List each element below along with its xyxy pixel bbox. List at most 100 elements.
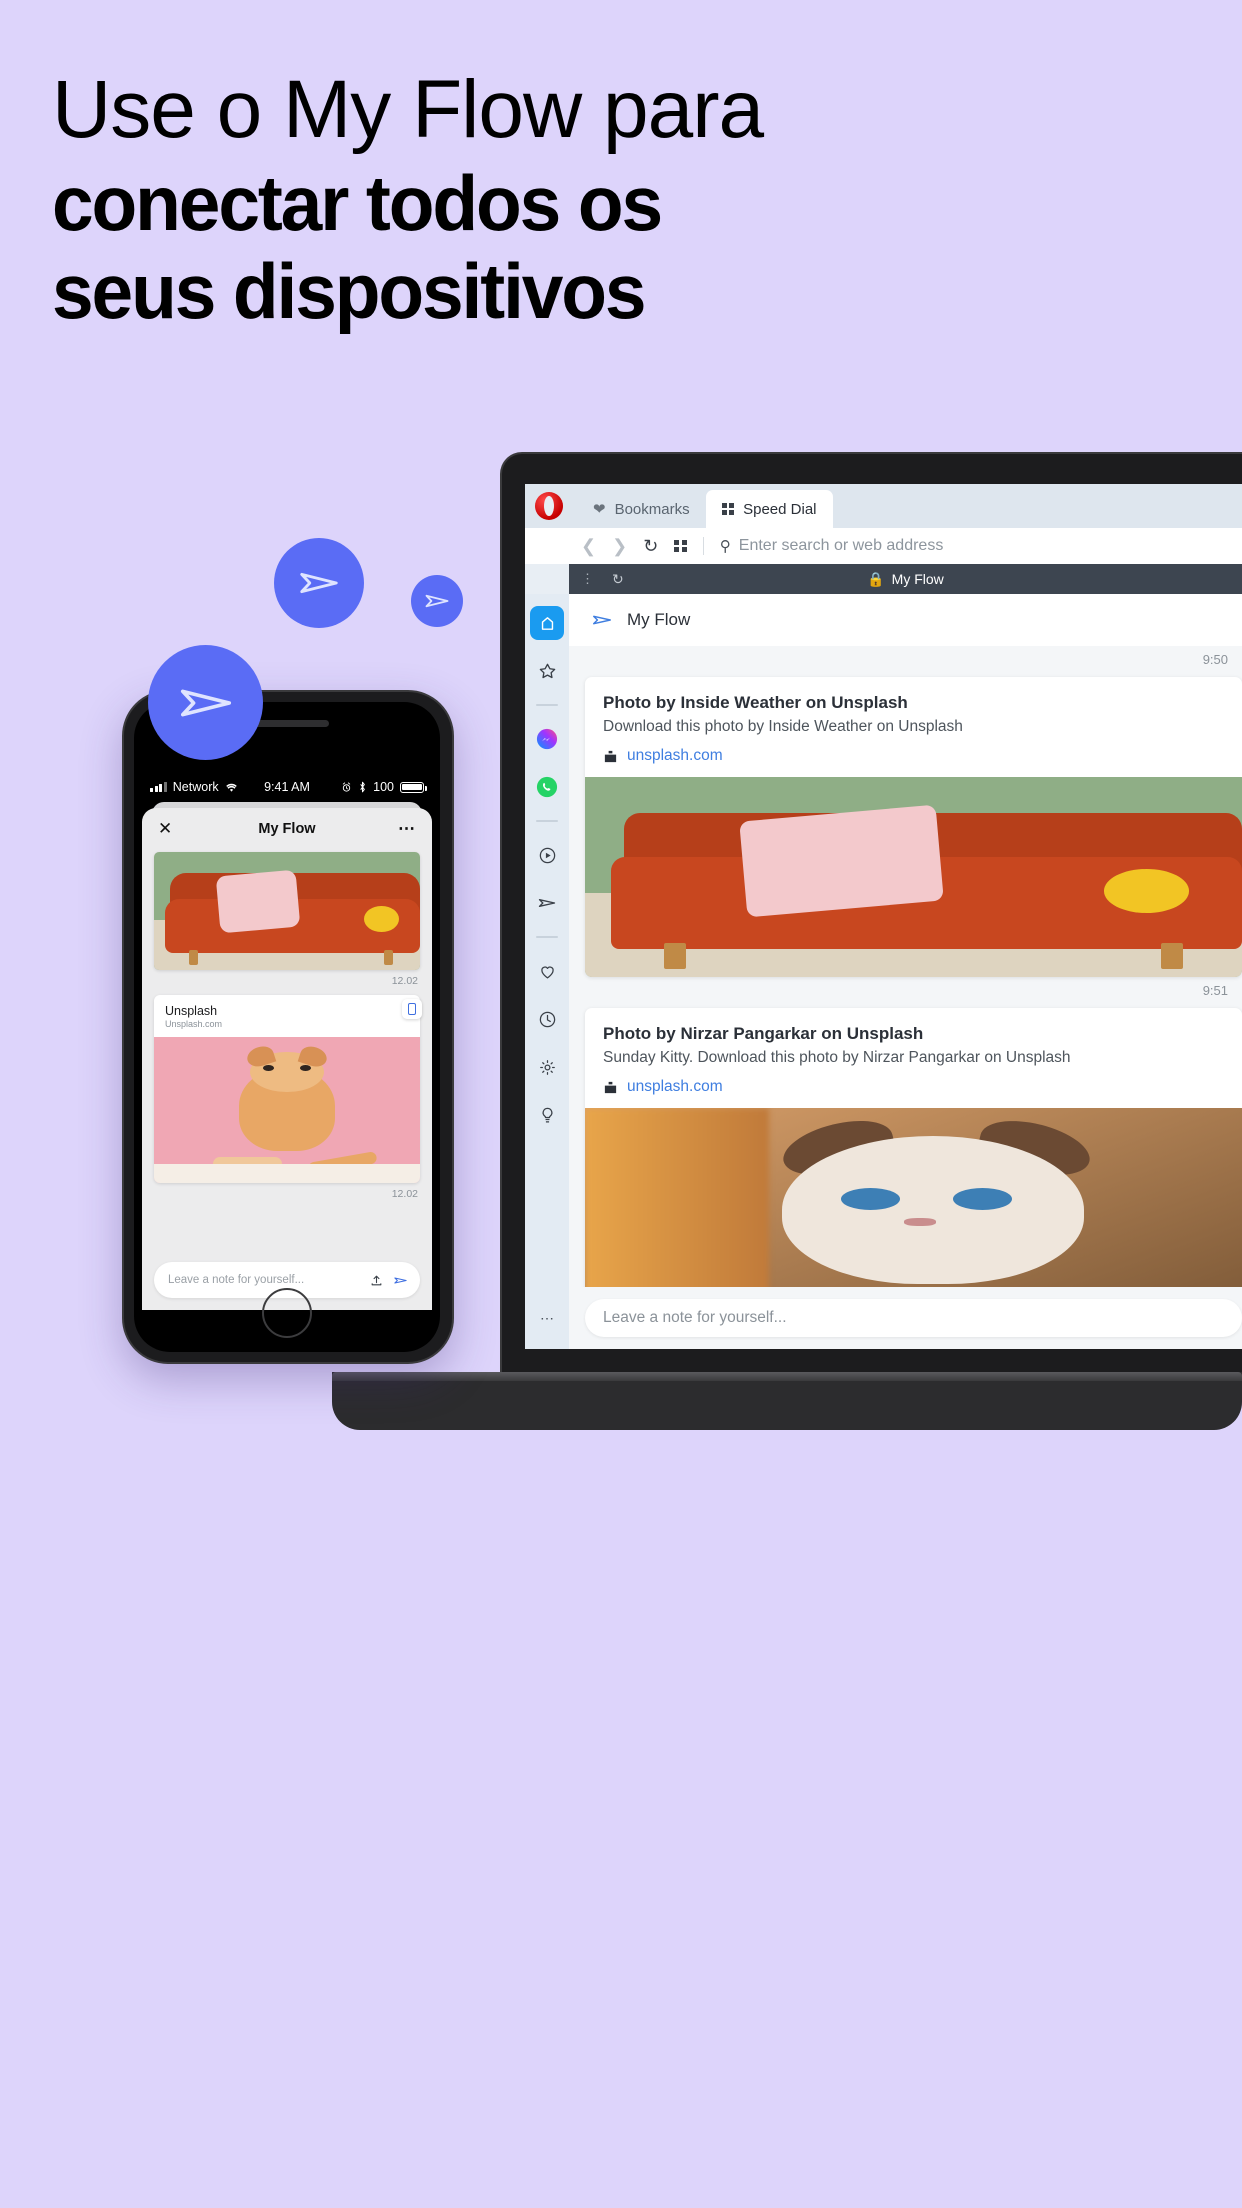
sidebar-item-messenger[interactable] [530,722,564,756]
flow-bubble-large [148,645,263,760]
whatsapp-icon [536,776,558,798]
sidebar-more-icon[interactable]: ⋯ [540,1310,554,1327]
flow-message-card[interactable]: Photo by Inside Weather on Unsplash Down… [585,677,1242,978]
card-link-label: unsplash.com [627,747,723,765]
bluetooth-icon [360,781,365,793]
flow-compose-bar: Leave a note for yourself... [569,1287,1242,1349]
bulb-icon [542,1107,552,1122]
sidebar-item-my-flow[interactable] [530,886,564,920]
search-icon: ⚲ [719,538,731,555]
send-arrow-icon [425,594,449,608]
alarm-icon [342,781,351,792]
my-flow-page: My Flow 9:50 Photo by Inside Weather on … [569,594,1242,1349]
send-arrow-icon [180,689,231,716]
sidebar-item-home[interactable] [530,606,564,640]
phone-message-list[interactable]: 12.02 Unsplash Unsplash.com 12.02 [142,850,432,1250]
tab-speed-dial[interactable]: Speed Dial [705,490,833,528]
horizontal-dots-icon[interactable]: ⋯ [398,819,416,839]
send-arrow-icon [593,615,611,625]
phone-card-title: Unsplash [165,1004,218,1018]
home-icon [541,616,553,630]
battery-icon [400,781,427,793]
sidebar-item-favourites[interactable] [530,654,564,688]
my-flow-message-list[interactable]: 9:50 Photo by Inside Weather on Unsplash… [569,646,1242,1349]
phone-status-bar: Network 9:41 AM 100 [134,774,440,800]
card-description: Sunday Kitty. Download this photo by Nir… [603,1049,1071,1067]
sidebar-item-player[interactable] [530,838,564,872]
card-image-kitten [585,1108,1242,1309]
phone-message-image-sofa[interactable] [154,852,420,970]
my-flow-header-title: My Flow [627,610,691,629]
upload-icon [371,1275,382,1285]
battery-percent: 100 [373,780,394,794]
unsplash-icon [604,1081,617,1093]
page-title-label: My Flow [891,571,944,587]
card-link[interactable]: unsplash.com [585,737,1242,777]
page-headline: Use o My Flow para conectar todos os seu… [52,64,872,336]
play-circle-icon [539,847,555,863]
grid-icon [721,502,735,516]
phone-message-timestamp: 12.02 [391,1188,418,1200]
chevron-right-icon[interactable]: ❯ [612,537,627,555]
sidebar-divider [536,820,558,822]
send-arrow-icon [394,1276,407,1284]
phone-sheet-header: ✕ My Flow ⋯ [142,808,432,850]
unsplash-icon [604,750,617,762]
card-image-sofa [585,777,1242,978]
my-flow-header: My Flow [569,594,1242,646]
sidebar-item-whatsapp[interactable] [530,770,564,804]
browser-address-bar: ❮ ❯ ↻ ⚲ Enter search or web address [525,528,1242,564]
sidebar-item-tips[interactable] [530,1098,564,1132]
phone-home-button[interactable] [262,1288,312,1338]
phone-card-image-cat [154,1037,420,1183]
phone-mockup: Network 9:41 AM 100 ✕ My Flow ⋯ 12.02 Un… [122,690,454,1364]
sidebar-item-hearts[interactable] [530,954,564,988]
device-icon [408,1003,416,1015]
card-title: Photo by Inside Weather on Unsplash [603,693,908,712]
headline-line-3: seus dispositivos [52,247,647,336]
card-description: Download this photo by Inside Weather on… [603,718,963,735]
flow-note-input[interactable]: Leave a note for yourself... [585,1299,1242,1337]
laptop-base-edge [332,1372,1242,1381]
close-icon[interactable]: ✕ [158,819,172,839]
phone-note-placeholder: Leave a note for yourself... [168,1274,305,1286]
phone-message-timestamp: 12.02 [391,975,418,987]
sidebar-item-settings[interactable] [530,1050,564,1084]
phone-screen: Network 9:41 AM 100 ✕ My Flow ⋯ 12.02 Un… [134,702,440,1352]
phone-device-badge [402,999,422,1019]
heart-outline-icon [540,965,554,978]
sidebar-divider [536,704,558,706]
sidebar-item-history[interactable] [530,1002,564,1036]
card-link[interactable]: unsplash.com [585,1068,1242,1108]
phone-sheet-title: My Flow [258,821,316,837]
tab-speed-dial-label: Speed Dial [743,500,817,518]
flow-bubble-medium [274,538,364,628]
reload-icon[interactable]: ↻ [643,537,658,555]
page-title-bar: ⋮ ↻ 🔒 My Flow [569,564,1242,594]
message-timestamp: 9:50 [1202,652,1228,667]
tab-bookmarks-label: Bookmarks [614,500,690,518]
address-input[interactable]: Enter search or web address [739,537,944,555]
gear-icon [539,1059,555,1075]
page-title: 🔒 My Flow [569,571,1242,588]
card-title: Photo by Nirzar Pangarkar on Unsplash [603,1024,924,1044]
phone-message-card[interactable]: Unsplash Unsplash.com [154,995,420,1183]
headline-line-1: Use o My Flow para [52,64,764,155]
flow-bubble-small [411,575,463,627]
browser-window: ❤ Bookmarks Speed Dial ❮ ❯ ↻ ⚲ Enter sea… [525,484,1242,1349]
tab-bookmarks[interactable]: ❤ Bookmarks [577,490,706,528]
laptop-mockup: ❤ Bookmarks Speed Dial ❮ ❯ ↻ ⚲ Enter sea… [332,452,1242,1430]
message-timestamp: 9:51 [1202,983,1228,999]
card-link-label: unsplash.com [627,1078,723,1096]
send-arrow-icon [300,572,338,594]
speeddial-grid-icon[interactable] [674,539,687,553]
flow-message-card[interactable]: Photo by Nirzar Pangarkar on Unsplash Su… [585,1008,1242,1309]
heart-icon: ❤ [593,501,606,518]
clock-icon [539,1011,555,1027]
lock-icon: 🔒 [867,570,885,587]
phone-my-flow-sheet: ✕ My Flow ⋯ 12.02 Unsplash Unsplash.com [142,808,432,1310]
browser-tab-strip: ❤ Bookmarks Speed Dial [525,484,1242,528]
messenger-icon [536,728,558,750]
star-icon [539,663,555,678]
chevron-left-icon[interactable]: ❮ [581,537,596,555]
